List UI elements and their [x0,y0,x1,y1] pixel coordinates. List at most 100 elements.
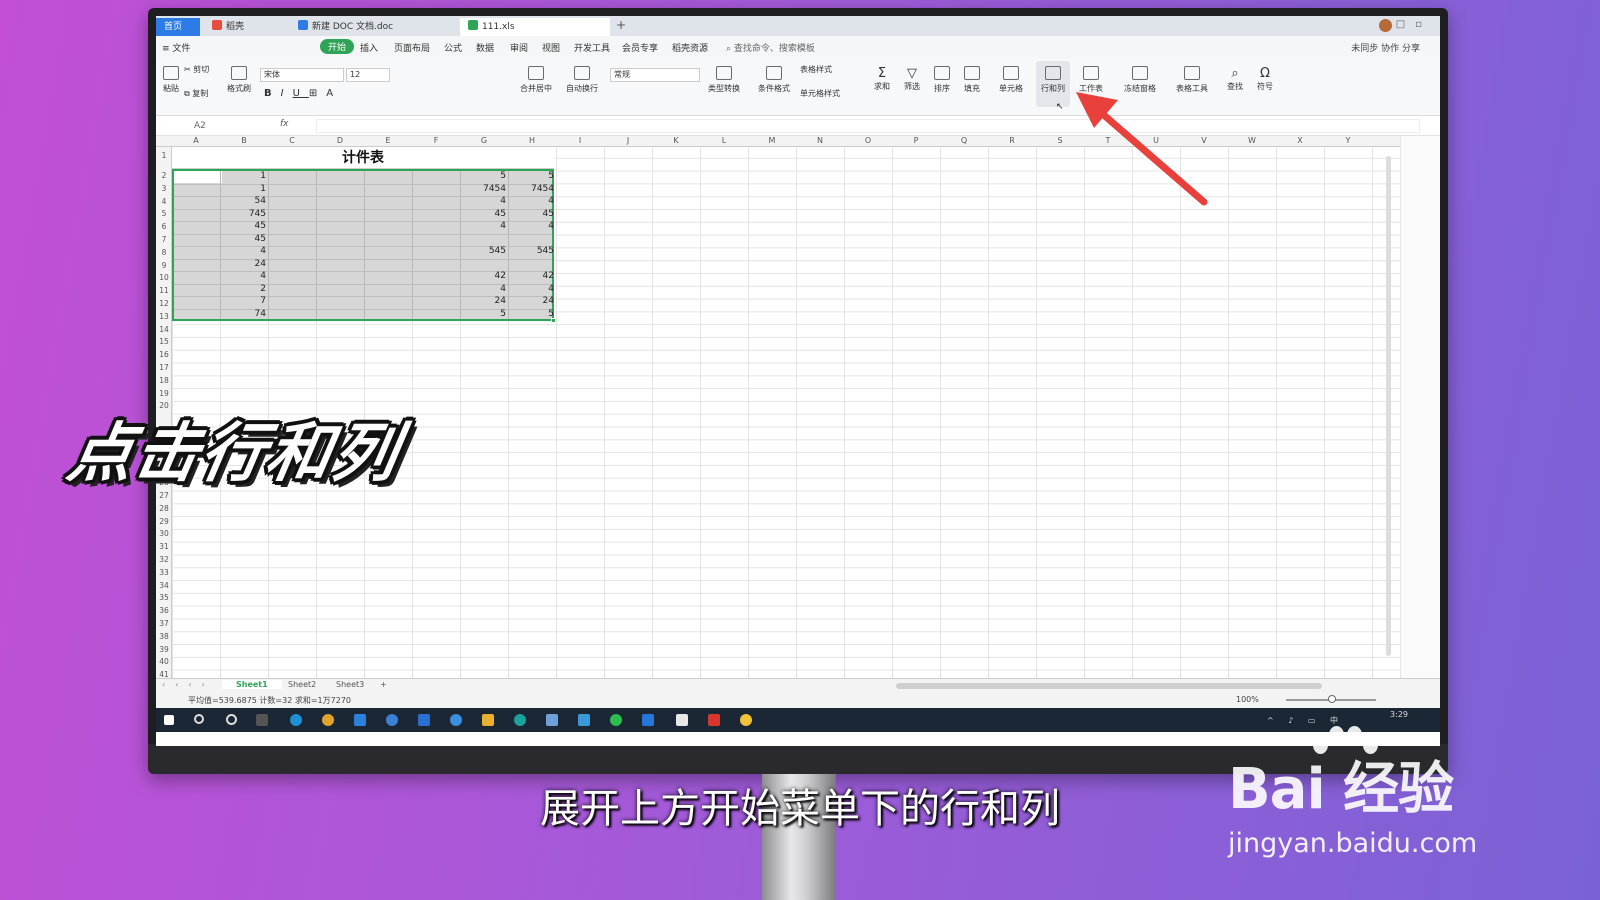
zoom-slider-knob[interactable] [1328,695,1336,703]
fill-handle[interactable] [551,318,556,323]
column-header-R[interactable]: R [988,136,1036,145]
wechat-icon[interactable] [610,714,622,726]
number-format-select[interactable]: 常规 [610,68,700,82]
row-header[interactable]: 17 [156,363,172,372]
row-header[interactable]: 6 [156,222,172,231]
cond-format-button[interactable]: 条件格式 [756,66,792,94]
row-header[interactable]: 19 [156,389,172,398]
column-header-A[interactable]: A [172,136,220,145]
font-size-select[interactable]: 12 [346,68,390,82]
menu-data[interactable]: 数据 [476,41,494,54]
row-header[interactable]: 16 [156,350,172,359]
fx-icon[interactable]: fx [280,119,289,129]
column-header-E[interactable]: E [364,136,412,145]
cell-value[interactable]: 24 [462,296,506,306]
row-header[interactable]: 36 [156,606,172,615]
vertical-scrollbar[interactable] [1386,156,1391,656]
wps-icon[interactable] [708,714,720,726]
column-header-H[interactable]: H [508,136,556,145]
name-box[interactable]: A2 [166,119,250,133]
menu-insert[interactable]: 插入 [360,41,378,54]
cell-value[interactable]: 4 [222,271,266,281]
format-icons[interactable]: BIU⊞A [264,88,342,99]
row-header[interactable]: 28 [156,504,172,513]
sort-button[interactable]: 排序 [930,66,954,94]
app-icon-7[interactable] [642,714,654,726]
sheet-nav-arrows[interactable]: ‹‹‹› [162,680,215,689]
command-search[interactable]: ⌕ 查找命令、搜索模板 [726,41,815,54]
chrome-icon[interactable] [740,714,752,726]
formula-input[interactable] [316,119,1420,133]
tab-xls[interactable]: 111.xls [460,18,610,36]
column-header-K[interactable]: K [652,136,700,145]
cell-value[interactable]: 5 [462,309,506,319]
row-header[interactable]: 32 [156,555,172,564]
cell-style-button[interactable]: 单元格样式 [800,88,860,99]
cell-value[interactable]: 45 [510,209,554,219]
table-style-button[interactable]: 表格样式 [800,64,856,75]
row-header[interactable]: 29 [156,517,172,526]
cell-value[interactable]: 5 [510,171,554,181]
cortana-icon[interactable] [226,714,237,725]
column-header-P[interactable]: P [892,136,940,145]
column-header-M[interactable]: M [748,136,796,145]
cell-value[interactable]: 7454 [510,184,554,194]
cell-value[interactable]: 7454 [462,184,506,194]
search-icon[interactable] [194,714,204,724]
column-header-O[interactable]: O [844,136,892,145]
symbol-button[interactable]: Ω 符号 [1252,66,1278,92]
format-painter-button[interactable]: 格式刷 [226,66,252,94]
menu-right-actions[interactable]: 未同步 协作 分享 [1351,41,1420,54]
tab-home[interactable]: 首页 [156,18,200,36]
row-header[interactable]: 38 [156,632,172,641]
column-header-C[interactable]: C [268,136,316,145]
fill-button[interactable]: 填充 [960,66,984,94]
column-header-N[interactable]: N [796,136,844,145]
cell-value[interactable]: 4 [462,284,506,294]
cell-value[interactable]: 745 [222,209,266,219]
avatar[interactable] [1379,19,1392,32]
row-header[interactable]: 4 [156,197,172,206]
cell-value[interactable]: 5 [462,171,506,181]
app-icon-3[interactable] [418,714,430,726]
cell-value[interactable]: 2 [222,284,266,294]
row-header[interactable]: 13 [156,312,172,321]
row-header[interactable]: 14 [156,325,172,334]
cell-value[interactable]: 545 [510,246,554,256]
add-sheet-icon[interactable]: + [366,680,401,689]
mail-icon[interactable] [578,714,590,726]
row-header[interactable]: 10 [156,273,172,282]
folder-icon[interactable] [482,714,494,726]
menu-review[interactable]: 审阅 [510,41,528,54]
row-header[interactable]: 34 [156,581,172,590]
copy-button[interactable]: ⧉ 复制 [184,88,218,99]
column-header-D[interactable]: D [316,136,364,145]
tab-doc[interactable]: 新建 DOC 文档.doc [290,18,456,36]
row-header[interactable]: 37 [156,619,172,628]
menu-start[interactable]: 开始 [320,39,355,54]
cell-value[interactable]: 4 [510,284,554,294]
cell-value[interactable]: 4 [462,221,506,231]
cell-value[interactable]: 7 [222,296,266,306]
row-header[interactable]: 33 [156,568,172,577]
column-header-J[interactable]: J [604,136,652,145]
row-header[interactable]: 2 [156,171,172,180]
row-header[interactable]: 35 [156,593,172,602]
cell-value[interactable]: 45 [462,209,506,219]
cell-value[interactable]: 4 [222,246,266,256]
row-col-button[interactable]: 行和列 [1036,66,1070,94]
column-header-F[interactable]: F [412,136,460,145]
row-header[interactable]: 1 [156,151,172,160]
selected-range[interactable]: 1 1 54 745 45 45 4 24 4 2 7 74 5 7454 4 45 4 545 42 4 24 5 5 74… [172,169,554,321]
cell-value[interactable]: 4 [510,221,554,231]
ime-indicator[interactable]: 中 [1330,716,1344,725]
edge-icon[interactable] [290,714,302,726]
tab-docer[interactable]: 稻壳 [204,18,286,36]
cell-value[interactable]: 5 [510,309,554,319]
app-icon-2[interactable] [386,714,398,726]
menu-dev-tools[interactable]: 开发工具 [574,41,610,54]
menu-docer-res[interactable]: 稻壳资源 [672,41,708,54]
cell-value[interactable]: 1 [222,184,266,194]
merge-button[interactable]: 合并居中 [518,66,554,94]
menu-view[interactable]: 视图 [542,41,560,54]
